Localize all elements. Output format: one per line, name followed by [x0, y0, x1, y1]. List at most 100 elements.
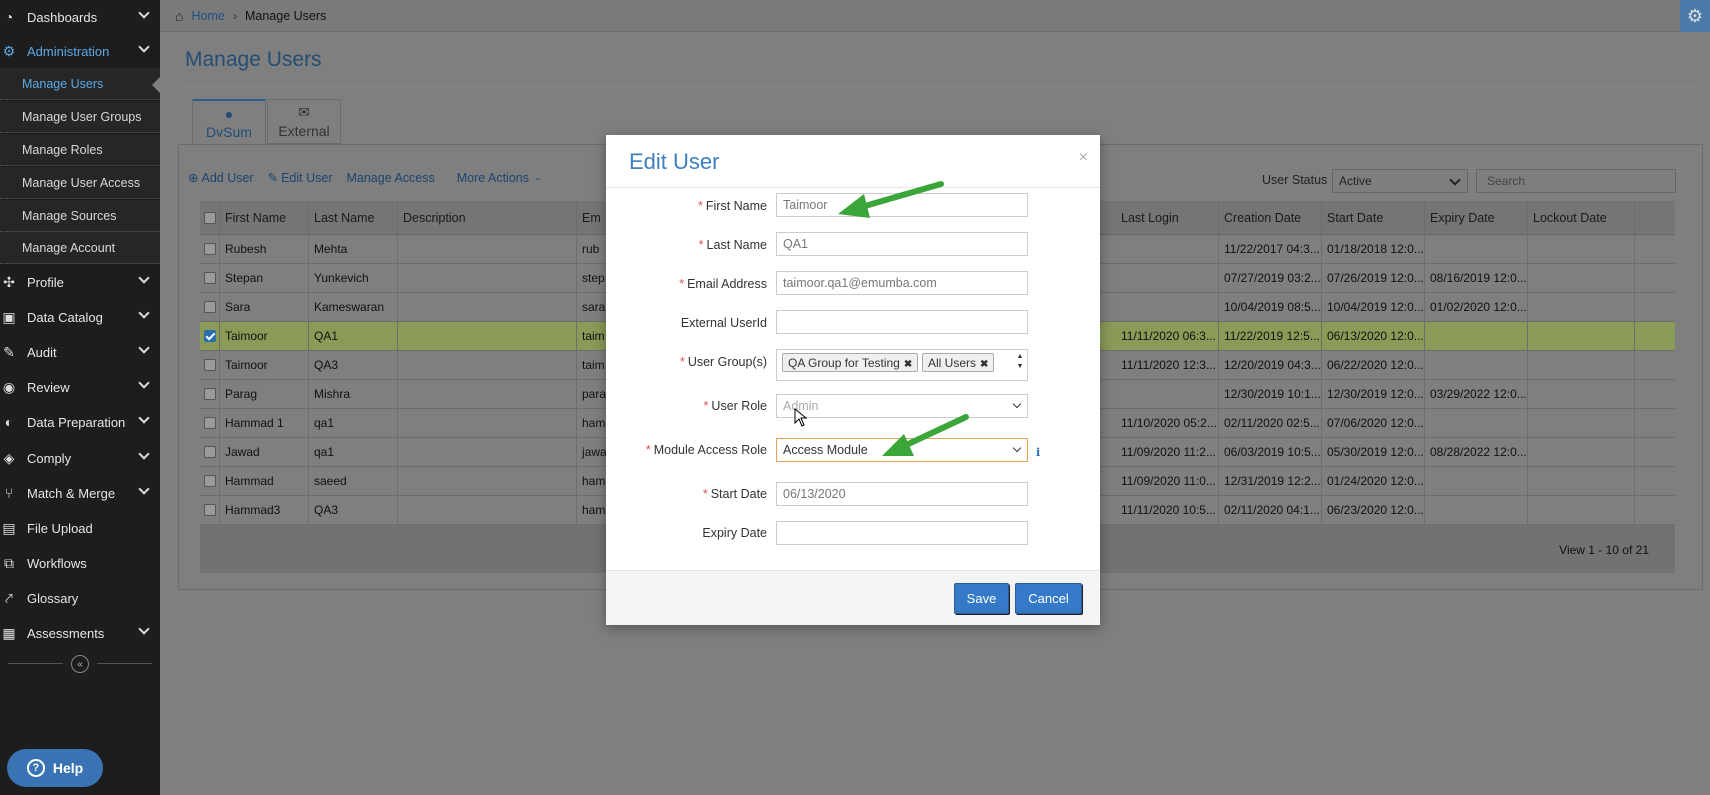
expiry-cell — [1425, 351, 1528, 379]
row-checkbox[interactable] — [200, 467, 220, 495]
email-field[interactable]: taimoor.qa1@emumba.com — [776, 271, 1028, 295]
table-row-right[interactable]: 11/11/2020 10:5... 02/11/2020 04:1... 06/2… — [1116, 496, 1635, 525]
nav-review[interactable]: ◉ Review — [0, 370, 160, 404]
sidebar-item-manage-sources[interactable]: Manage Sources — [0, 200, 160, 232]
sidebar-item-manage-roles[interactable]: Manage Roles — [0, 134, 160, 166]
nav-data-preparation[interactable]: ◐ Data Preparation — [0, 405, 160, 439]
login-cell — [1116, 235, 1219, 263]
table-row-right[interactable]: 11/09/2020 11:2... 06/03/2019 10:5... 05/3… — [1116, 438, 1635, 467]
nav-data-catalog[interactable]: ▣ Data Catalog — [0, 300, 160, 334]
user-status-select[interactable]: Active — [1332, 169, 1468, 193]
start-date-field[interactable]: 06/13/2020 — [776, 482, 1028, 506]
cancel-button[interactable]: Cancel — [1015, 583, 1082, 614]
lockout-cell — [1528, 467, 1635, 495]
nav-match-merge[interactable]: ⑂ Match & Merge — [0, 476, 160, 510]
sidebar-item-manage-users[interactable]: Manage Users — [0, 68, 161, 100]
nav-audit[interactable]: ✎ Audit — [0, 335, 160, 369]
table-row-right[interactable]: 12/30/2019 10:1... 12/30/2019 12:0... 03/2… — [1116, 380, 1635, 409]
col-start-date[interactable]: Start Date — [1322, 201, 1425, 234]
table-row-right[interactable]: 11/09/2020 11:0... 12/31/2019 12:2... 01/2… — [1116, 467, 1635, 496]
row-checkbox[interactable] — [200, 264, 220, 292]
save-button[interactable]: Save — [954, 583, 1009, 614]
created-cell: 12/20/2019 04:3... — [1219, 351, 1322, 379]
row-checkbox[interactable] — [200, 235, 220, 263]
search-input[interactable]: Search — [1476, 169, 1676, 193]
checkbox[interactable] — [204, 243, 216, 255]
external-userid-field[interactable] — [776, 310, 1028, 334]
checkbox[interactable] — [204, 446, 216, 458]
col-expiry-date[interactable]: Expiry Date — [1425, 201, 1528, 234]
add-user-button[interactable]: ⊕ Add User — [188, 170, 254, 186]
manage-access-button[interactable]: Manage Access — [346, 170, 434, 185]
row-checkbox[interactable] — [200, 293, 220, 321]
checkbox[interactable] — [204, 301, 216, 313]
checkbox[interactable] — [204, 388, 216, 400]
checkbox[interactable] — [204, 272, 216, 284]
col-last-login[interactable]: Last Login — [1116, 201, 1219, 234]
nav-profile[interactable]: ✣ Profile — [0, 265, 160, 299]
checkbox[interactable] — [204, 417, 216, 429]
tab-dvsum[interactable]: ● DvSum — [192, 99, 266, 144]
first-name-cell: Hammad 1 — [220, 409, 309, 437]
sidebar-item-manage-user-access[interactable]: Manage User Access — [0, 167, 160, 199]
last-name-field[interactable]: QA1 — [776, 232, 1028, 256]
nav-administration[interactable]: ⚙ Administration — [0, 34, 160, 68]
chevron-down-icon: ⌄ — [534, 172, 542, 182]
nav-comply[interactable]: ◈ Comply — [0, 441, 160, 475]
table-row-right[interactable]: 07/27/2019 03:2... 07/26/2019 12:0... 08/1… — [1116, 264, 1635, 293]
table-row-right[interactable]: 11/22/2017 04:3... 01/18/2018 12:0... — [1116, 235, 1635, 264]
remove-tag-icon[interactable]: ✖ — [904, 359, 912, 370]
last-name-cell: Mishra — [309, 380, 398, 408]
info-icon[interactable]: i — [1036, 446, 1040, 459]
nav-assessments[interactable]: ▦ Assessments — [0, 616, 160, 650]
select-all-checkbox[interactable] — [200, 201, 220, 234]
nav-workflows[interactable]: ⧉ Workflows — [0, 546, 160, 580]
more-actions-dropdown[interactable]: More Actions ⌄ — [457, 170, 542, 185]
created-cell: 02/11/2020 04:1... — [1219, 496, 1322, 524]
checkbox[interactable] — [204, 504, 216, 516]
dialog-title: Edit User — [629, 149, 720, 174]
group-tag: QA Group for Testing ✖ — [782, 353, 919, 372]
col-description[interactable]: Description — [398, 201, 577, 234]
row-checkbox[interactable] — [200, 322, 220, 350]
pencil-icon: ✎ — [267, 171, 279, 185]
close-icon[interactable]: × — [1079, 149, 1088, 167]
home-icon[interactable]: ⌂ — [175, 8, 183, 24]
user-groups-field[interactable]: QA Group for Testing ✖ All Users ✖ ▲ ▼ — [776, 349, 1028, 381]
nav-dashboards[interactable]: ◔ Dashboards — [0, 0, 160, 34]
nav-file-upload[interactable]: ▤ File Upload — [0, 511, 160, 545]
table-row-right[interactable]: 10/04/2019 08:5... 10/04/2019 12:0... 01/0… — [1116, 293, 1635, 322]
col-lockout-date[interactable]: Lockout Date — [1528, 201, 1635, 234]
row-checkbox[interactable] — [200, 409, 220, 437]
profile-icon: ✣ — [3, 273, 15, 290]
table-row-right[interactable]: 11/10/2020 05:2... 02/11/2020 02:5... 07/0… — [1116, 409, 1635, 438]
col-first-name[interactable]: First Name — [220, 201, 309, 234]
checkbox[interactable] — [204, 475, 216, 487]
row-checkbox[interactable] — [200, 351, 220, 379]
breadcrumb-home-link[interactable]: Home — [191, 9, 224, 23]
row-checkbox[interactable] — [200, 380, 220, 408]
remove-tag-icon[interactable]: ✖ — [980, 359, 988, 370]
last-name-cell: qa1 — [309, 409, 398, 437]
settings-gear-icon[interactable]: ⚙ — [1680, 0, 1710, 32]
expiry-cell: 01/02/2020 12:0... — [1425, 293, 1528, 321]
user-groups-label: * User Group(s) — [679, 355, 767, 369]
col-last-name[interactable]: Last Name — [309, 201, 398, 234]
nav-glossary[interactable]: ⤤ Glossary — [0, 581, 160, 615]
checkbox[interactable] — [204, 330, 216, 342]
table-row-right[interactable]: 11/11/2020 12:3... 12/20/2019 04:3... 06/2… — [1116, 351, 1635, 380]
help-button[interactable]: ? Help — [7, 749, 103, 787]
sidebar-item-manage-account[interactable]: Manage Account — [0, 232, 160, 264]
tab-external[interactable]: ✉ External — [267, 99, 341, 144]
scroll-arrows-icon[interactable]: ▲ ▼ — [1015, 352, 1025, 378]
expiry-date-field[interactable] — [776, 521, 1028, 545]
row-checkbox[interactable] — [200, 496, 220, 524]
edit-user-button[interactable]: ✎ Edit User — [267, 170, 333, 186]
collapse-icon[interactable]: « — [71, 655, 89, 673]
checkbox[interactable] — [204, 211, 216, 224]
row-checkbox[interactable] — [200, 438, 220, 466]
table-row-right[interactable]: 11/11/2020 06:3... 11/22/2019 12:5... 06/1… — [1116, 322, 1635, 351]
sidebar-item-manage-user-groups[interactable]: Manage User Groups — [0, 101, 160, 133]
checkbox[interactable] — [204, 359, 216, 371]
col-creation-date[interactable]: Creation Date — [1219, 201, 1322, 234]
